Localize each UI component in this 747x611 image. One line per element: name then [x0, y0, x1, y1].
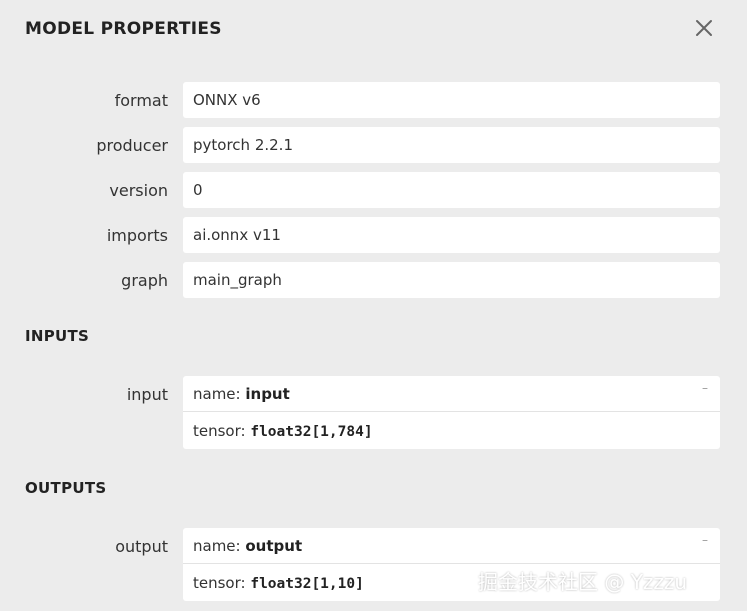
property-row-version: version 0: [0, 172, 747, 209]
property-value: pytorch 2.2.1: [183, 127, 720, 163]
property-label: version: [109, 181, 168, 200]
output-label: output: [115, 537, 168, 556]
tensor-prefix: tensor:: [193, 574, 251, 592]
input-tensor-type: float32[1,784]: [250, 424, 373, 440]
property-row-graph: graph main_graph: [0, 262, 747, 299]
watermark: 掘金技术社区 @ Yzzzu: [478, 570, 688, 594]
input-name-line: name: input: [183, 376, 720, 412]
property-label: graph: [121, 271, 168, 290]
close-button[interactable]: [692, 16, 716, 40]
input-row: input name: input – tensor: float32[1,78…: [0, 376, 747, 449]
collapse-toggle[interactable]: –: [702, 533, 708, 547]
property-row-format: format ONNX v6: [0, 82, 747, 119]
output-tensor-type: float32[1,10]: [250, 576, 364, 592]
property-value: 0: [183, 172, 720, 208]
name-prefix: name:: [193, 385, 246, 403]
close-icon[interactable]: [692, 16, 716, 40]
input-label: input: [126, 385, 168, 404]
input-name: input: [245, 385, 290, 403]
property-label: format: [114, 91, 168, 110]
output-name: output: [245, 537, 303, 555]
outputs-section-title: OUTPUTS: [25, 479, 107, 497]
name-prefix: name:: [193, 537, 246, 555]
property-label: producer: [96, 136, 168, 155]
output-name-line: name: output: [183, 528, 720, 564]
property-row-imports: imports ai.onnx v11: [0, 217, 747, 254]
property-value: ai.onnx v11: [183, 217, 720, 253]
dialog-title: MODEL PROPERTIES: [25, 19, 222, 39]
model-properties-dialog: MODEL PROPERTIES format ONNX v6 producer…: [0, 0, 747, 611]
collapse-toggle[interactable]: –: [702, 381, 708, 395]
property-value: ONNX v6: [183, 82, 720, 118]
tensor-prefix: tensor:: [193, 422, 251, 440]
property-row-producer: producer pytorch 2.2.1: [0, 127, 747, 164]
inputs-section-title: INPUTS: [25, 327, 90, 345]
property-label: imports: [106, 226, 168, 245]
property-value: main_graph: [183, 262, 720, 298]
input-tensor-line: tensor: float32[1,784]: [183, 413, 720, 449]
input-card[interactable]: name: input – tensor: float32[1,784]: [183, 376, 720, 449]
